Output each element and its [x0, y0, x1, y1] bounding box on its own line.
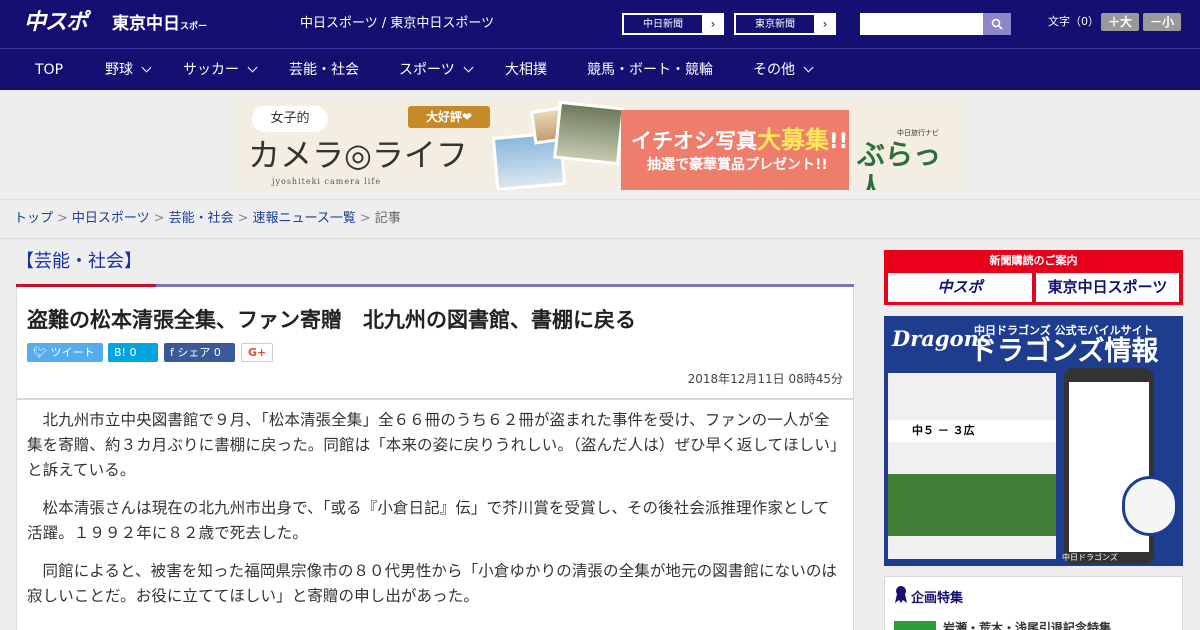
- twitter-icon: 🐦︎: [33, 346, 51, 359]
- chevron-down-icon: [247, 62, 258, 73]
- search-button[interactable]: [983, 13, 1011, 35]
- banner-promo-a: イチオシ写真: [631, 129, 757, 153]
- chusupo-logo[interactable]: 中スポ: [24, 8, 102, 38]
- nav-item-top[interactable]: TOP: [35, 49, 63, 91]
- dragons-score: 中５ － ３広: [888, 420, 1056, 442]
- breadcrumb-chunichi-sports[interactable]: 中日スポーツ: [72, 211, 150, 226]
- nav-label: サッカー: [183, 62, 239, 78]
- dragons-ad-footer: 中日ドラゴンズ: [1062, 553, 1118, 562]
- breadcrumb-news-list[interactable]: 速報ニュース一覧: [253, 211, 356, 226]
- breadcrumb-sep: >: [57, 211, 68, 226]
- top-header: 中スポ 東京中日スポーツ 中日スポーツ / 東京中日スポーツ 中日新聞 › 東京…: [0, 0, 1200, 63]
- breadcrumb-sep: >: [359, 211, 371, 226]
- hatena-bookmark-button[interactable]: B! 0: [108, 343, 158, 362]
- breadcrumb: トップ > 中日スポーツ > 芸能・社会 > 速報ニュース一覧 > 記事: [14, 210, 401, 228]
- google-plus-button[interactable]: G+: [241, 343, 273, 362]
- nav-label: 芸能・社会: [289, 62, 359, 78]
- nav-label: TOP: [35, 62, 64, 78]
- banner-photo-raccoon: [553, 100, 625, 166]
- subscribe-chusupo[interactable]: 中スポ: [888, 273, 1032, 302]
- ribbon-icon: [895, 586, 907, 603]
- banner-promo: イチオシ写真大募集!! 抽選で豪華賞品プレゼント!!: [621, 110, 849, 190]
- feature-box: 企画特集 岩瀬・荒木・浅尾引退記念特集: [884, 576, 1183, 630]
- banner-promo-c: !!: [829, 129, 849, 153]
- article-paragraph: 北九州市立中央図書館で９月、「松本清張全集」全６６冊のうち６２冊が盗まれた事件を…: [27, 411, 838, 479]
- banner-promo-b: 大募集: [757, 126, 829, 154]
- banner-joshi: 女子的: [252, 106, 328, 132]
- chevron-right-icon: ›: [703, 14, 723, 34]
- font-size-label: 文字（0）: [1048, 15, 1099, 28]
- breadcrumb-entertainment[interactable]: 芸能・社会: [169, 211, 234, 226]
- mascot-image: [1122, 476, 1178, 536]
- feature-link[interactable]: 岩瀬・荒木・浅尾引退記念特集: [943, 619, 1111, 630]
- font-larger-button[interactable]: ＋大: [1101, 13, 1139, 31]
- dragons-field-image: [888, 474, 1056, 536]
- article-header: 盗難の松本清張全集、ファン寄贈 北九州の図書館、書棚に戻る 🐦︎ ツイート B!…: [16, 287, 854, 399]
- font-smaller-button[interactable]: －小: [1143, 13, 1181, 31]
- article-category: 【芸能・社会】: [16, 251, 142, 272]
- article-date: 2018年12月11日 08時45分: [687, 372, 843, 386]
- article-paragraph: 同館によると、被害を知った福岡県宗像市の８０代男性から「小倉ゆかりの清張の全集が…: [27, 562, 838, 605]
- chunichi-shimbun-link[interactable]: 中日新聞 ›: [622, 13, 724, 35]
- subscription-header: 新聞購読のご案内: [989, 254, 1078, 267]
- banner-navi: 中日旅行ナビ: [897, 129, 939, 137]
- tweet-button[interactable]: 🐦︎ ツイート: [27, 343, 103, 362]
- banner-promo-line1: イチオシ写真大募集!!: [631, 120, 848, 155]
- tokyo-shimbun-link[interactable]: 東京新聞 ›: [734, 13, 836, 35]
- breadcrumb-top[interactable]: トップ: [14, 211, 53, 226]
- breadcrumb-sep: >: [153, 211, 165, 226]
- facebook-share-button[interactable]: f シェア 0: [164, 343, 235, 362]
- chevron-down-icon: [803, 62, 814, 73]
- nav-label: スポーツ: [399, 62, 455, 78]
- search-icon: [991, 18, 1003, 30]
- tweet-label: ツイート: [50, 346, 95, 359]
- chevron-down-icon: [141, 62, 152, 73]
- article-headline: 盗難の松本清張全集、ファン寄贈 北九州の図書館、書棚に戻る: [27, 308, 636, 332]
- subscribe-tokyo-chunichi[interactable]: 東京中日スポーツ: [1036, 273, 1179, 302]
- tokyo-shimbun-label: 東京新聞: [735, 14, 815, 34]
- nav-label: その他: [753, 62, 795, 78]
- subscription-ad[interactable]: 新聞購読のご案内 中スポ 東京中日スポーツ: [884, 250, 1183, 305]
- search-input[interactable]: [860, 13, 983, 35]
- tokyo-chunichi-logo[interactable]: 東京中日スポーツ: [112, 10, 212, 63]
- nav-item-baseball[interactable]: 野球: [105, 49, 152, 91]
- main-nav: TOP 野球 サッカー 芸能・社会 スポーツ 大相撲 競馬・ボート・競輪 その他: [0, 48, 1200, 90]
- breadcrumb-current: 記事: [374, 211, 401, 226]
- nav-item-keiba[interactable]: 競馬・ボート・競輪: [587, 49, 713, 91]
- banner-area: 女子的 大好評❤ カメラ◎ライフ jyoshiteki camera life …: [0, 90, 1200, 200]
- banner-title: カメラ◎ライフ: [248, 136, 468, 174]
- banner-daikohyo: 大好評❤: [408, 106, 490, 128]
- site-names: 中日スポーツ / 東京中日スポーツ: [300, 16, 495, 31]
- camera-life-banner[interactable]: 女子的 大好評❤ カメラ◎ライフ jyoshiteki camera life …: [236, 100, 964, 190]
- feature-thumbnail[interactable]: [894, 621, 936, 630]
- banner-promo-line2: 抽選で豪華賞品プレゼント!!: [647, 157, 828, 173]
- nav-label: 野球: [105, 62, 133, 78]
- nav-item-others[interactable]: その他: [753, 49, 814, 91]
- feature-title: 企画特集: [911, 591, 964, 606]
- nav-item-entertainment[interactable]: 芸能・社会: [289, 49, 359, 91]
- article-paragraph: 松本清張さんは現在の北九州市出身で、「或る『小倉日記』伝」で芥川賞を受賞し、その…: [27, 499, 830, 542]
- nav-item-sports[interactable]: スポーツ: [399, 49, 474, 91]
- tokyo-logo-text: 東京中日: [112, 14, 180, 34]
- banner-brand-name: ぶらっ人: [857, 138, 942, 190]
- banner-subtitle: jyoshiteki camera life: [272, 177, 382, 186]
- nav-item-sumo[interactable]: 大相撲: [505, 49, 547, 91]
- article-column: 【芸能・社会】 盗難の松本清張全集、ファン寄贈 北九州の図書館、書棚に戻る 🐦︎…: [16, 239, 854, 630]
- nav-item-soccer[interactable]: サッカー: [183, 49, 258, 91]
- nav-label: 大相撲: [505, 62, 547, 78]
- chunichi-shimbun-label: 中日新聞: [623, 14, 703, 34]
- article-body: 北九州市立中央図書館で９月、「松本清張全集」全６６冊のうち６２冊が盗まれた事件を…: [16, 399, 854, 630]
- dragons-mobile-ad[interactable]: Dragons 中日ドラゴンズ 公式モバイルサイト ドラゴンズ情報 中５ － ３…: [884, 316, 1183, 566]
- dragons-ad-title: ドラゴンズ情報: [970, 336, 1159, 367]
- banner-brand: 中日旅行ナビ ぶらっ人: [849, 100, 964, 190]
- chevron-down-icon: [463, 62, 474, 73]
- chevron-right-icon: ›: [815, 14, 835, 34]
- nav-label: 競馬・ボート・競輪: [587, 62, 713, 78]
- breadcrumb-sep: >: [237, 211, 249, 226]
